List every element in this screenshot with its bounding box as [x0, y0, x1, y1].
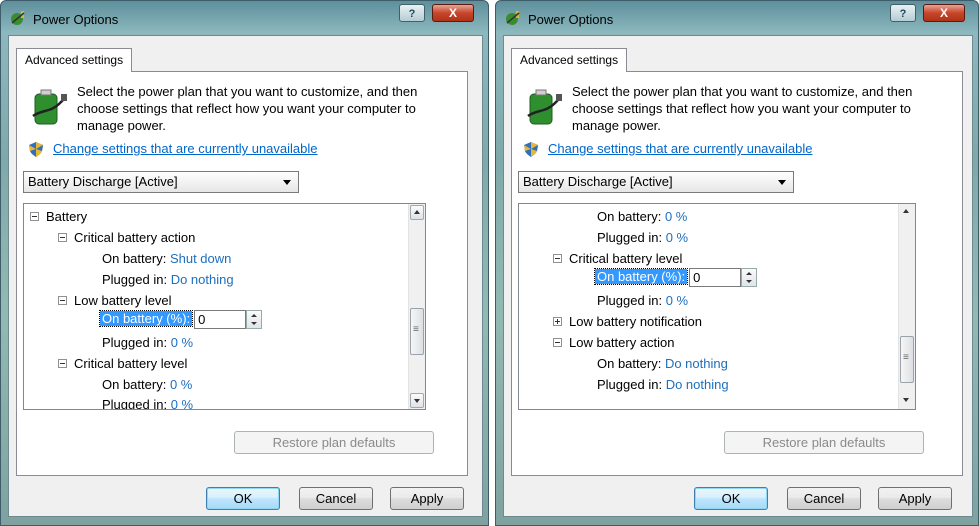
- advanced-settings-panel: Select the power plan that you want to c…: [16, 71, 468, 476]
- tree-leaf-plugged-in[interactable]: Plugged in: 0 %: [102, 397, 193, 409]
- window-title: Power Options: [33, 12, 119, 27]
- percent-input[interactable]: 0: [689, 268, 742, 287]
- tree-leaf-on-battery-percent[interactable]: On battery (%): 0: [593, 267, 758, 287]
- tree-leaf-on-battery[interactable]: On battery: 0 %: [597, 209, 687, 225]
- scroll-up-icon[interactable]: [900, 205, 914, 220]
- setting-value[interactable]: 0 %: [171, 335, 193, 350]
- power-plan-selected-value: Battery Discharge [Active]: [28, 174, 178, 189]
- battery-plug-icon: [527, 89, 562, 125]
- title-bar[interactable]: Power Options ? X: [496, 1, 978, 35]
- setting-value[interactable]: Do nothing: [666, 377, 729, 392]
- change-settings-link[interactable]: Change settings that are currently unava…: [53, 141, 318, 156]
- close-button[interactable]: X: [432, 4, 474, 22]
- tree-leaf-on-battery[interactable]: On battery: Shut down: [102, 251, 231, 267]
- tab-advanced-settings[interactable]: Advanced settings: [511, 48, 628, 72]
- power-plan-dropdown[interactable]: Battery Discharge [Active]: [23, 171, 299, 193]
- percent-spinner[interactable]: 0: [194, 310, 263, 329]
- apply-button[interactable]: Apply: [878, 487, 952, 510]
- apply-button[interactable]: Apply: [390, 487, 464, 510]
- instructions-text: Select the power plan that you want to c…: [77, 84, 418, 133]
- setting-value[interactable]: Do nothing: [171, 272, 234, 287]
- spin-up-icon[interactable]: [251, 314, 258, 317]
- uac-shield-icon: [29, 142, 43, 157]
- spin-down-icon[interactable]: [746, 280, 753, 283]
- tree-leaf-on-battery[interactable]: On battery: 0 %: [102, 377, 192, 393]
- scroll-thumb[interactable]: [900, 336, 914, 383]
- advanced-settings-panel: Select the power plan that you want to c…: [511, 71, 963, 476]
- tree-node-low-battery-action[interactable]: Low battery action: [553, 335, 675, 351]
- tree-node-low-battery-level[interactable]: Low battery level: [58, 293, 172, 309]
- percent-input[interactable]: 0: [194, 310, 247, 329]
- collapse-icon[interactable]: [553, 254, 562, 264]
- battery-plug-icon: [32, 89, 67, 125]
- collapse-icon[interactable]: [553, 338, 562, 348]
- tree-node-low-battery-notification[interactable]: Low battery notification: [553, 314, 702, 330]
- collapse-icon[interactable]: [58, 233, 67, 243]
- power-plan-selected-value: Battery Discharge [Active]: [523, 174, 673, 189]
- tree-node-critical-battery-level[interactable]: Critical battery level: [58, 356, 187, 372]
- spin-down-icon[interactable]: [251, 322, 258, 325]
- settings-tree[interactable]: On battery: 0 % Plugged in: 0 % Critical…: [518, 203, 916, 410]
- scroll-up-icon[interactable]: [410, 205, 424, 220]
- power-plan-dropdown[interactable]: Battery Discharge [Active]: [518, 171, 794, 193]
- uac-shield-icon: [524, 142, 538, 157]
- setting-value[interactable]: Shut down: [170, 251, 231, 266]
- selected-setting-label: On battery (%):: [593, 267, 689, 285]
- selected-setting-label: On battery (%):: [98, 309, 194, 327]
- instructions-text: Select the power plan that you want to c…: [572, 84, 913, 133]
- tab-advanced-settings[interactable]: Advanced settings: [16, 48, 133, 72]
- setting-value[interactable]: 0 %: [171, 397, 193, 409]
- ok-button[interactable]: OK: [694, 487, 768, 510]
- chevron-down-icon[interactable]: [778, 180, 786, 185]
- power-options-icon: [11, 11, 25, 25]
- spinner-buttons[interactable]: [741, 268, 758, 287]
- collapse-icon[interactable]: [58, 296, 67, 306]
- setting-value[interactable]: 0 %: [666, 230, 688, 245]
- tree-leaf-on-battery-percent[interactable]: On battery (%): 0: [98, 309, 263, 329]
- tree-leaf-on-battery[interactable]: On battery: Do nothing: [597, 356, 728, 372]
- setting-value[interactable]: 0 %: [666, 293, 688, 308]
- help-button[interactable]: ?: [399, 4, 425, 22]
- setting-value[interactable]: 0 %: [665, 209, 687, 224]
- ok-button[interactable]: OK: [206, 487, 280, 510]
- spin-up-icon[interactable]: [746, 272, 753, 275]
- setting-value[interactable]: Do nothing: [665, 356, 728, 371]
- percent-spinner[interactable]: 0: [689, 268, 758, 287]
- tree-leaf-plugged-in[interactable]: Plugged in: 0 %: [102, 335, 193, 351]
- tree-scrollbar[interactable]: [898, 204, 915, 409]
- collapse-icon[interactable]: [58, 359, 67, 369]
- tree-scrollbar[interactable]: [408, 204, 425, 409]
- close-button[interactable]: X: [923, 4, 965, 22]
- tree-node-battery[interactable]: Battery: [30, 209, 87, 225]
- power-options-window-left: Power Options ? X Advanced settings Sele…: [0, 0, 489, 526]
- tree-node-critical-battery-level[interactable]: Critical battery level: [553, 251, 682, 267]
- scroll-down-icon[interactable]: [410, 393, 424, 408]
- tree-leaf-plugged-in[interactable]: Plugged in: 0 %: [597, 293, 688, 309]
- change-settings-link[interactable]: Change settings that are currently unava…: [548, 141, 813, 156]
- help-button[interactable]: ?: [890, 4, 916, 22]
- tree-node-critical-battery-action[interactable]: Critical battery action: [58, 230, 195, 246]
- cancel-button[interactable]: Cancel: [299, 487, 373, 510]
- collapse-icon[interactable]: [30, 212, 39, 222]
- power-options-window-right: Power Options ? X Advanced settings Sele…: [495, 0, 979, 526]
- restore-plan-defaults-button[interactable]: Restore plan defaults: [234, 431, 434, 454]
- settings-tree[interactable]: Battery Critical battery action On batte…: [23, 203, 426, 410]
- tree-leaf-plugged-in[interactable]: Plugged in: Do nothing: [597, 377, 729, 393]
- expand-icon[interactable]: [553, 317, 562, 327]
- dialog-client-area: Advanced settings Select the power plan …: [8, 35, 483, 517]
- restore-plan-defaults-button[interactable]: Restore plan defaults: [724, 431, 924, 454]
- window-title: Power Options: [528, 12, 614, 27]
- spinner-buttons[interactable]: [246, 310, 263, 329]
- power-options-icon: [506, 11, 520, 25]
- dialog-client-area: Advanced settings Select the power plan …: [503, 35, 973, 517]
- tree-leaf-plugged-in[interactable]: Plugged in: 0 %: [597, 230, 688, 246]
- title-bar[interactable]: Power Options ? X: [1, 1, 488, 35]
- scroll-thumb[interactable]: [410, 308, 424, 355]
- tree-leaf-plugged-in[interactable]: Plugged in: Do nothing: [102, 272, 234, 288]
- chevron-down-icon[interactable]: [283, 180, 291, 185]
- setting-value[interactable]: 0 %: [170, 377, 192, 392]
- scroll-down-icon[interactable]: [900, 393, 914, 408]
- cancel-button[interactable]: Cancel: [787, 487, 861, 510]
